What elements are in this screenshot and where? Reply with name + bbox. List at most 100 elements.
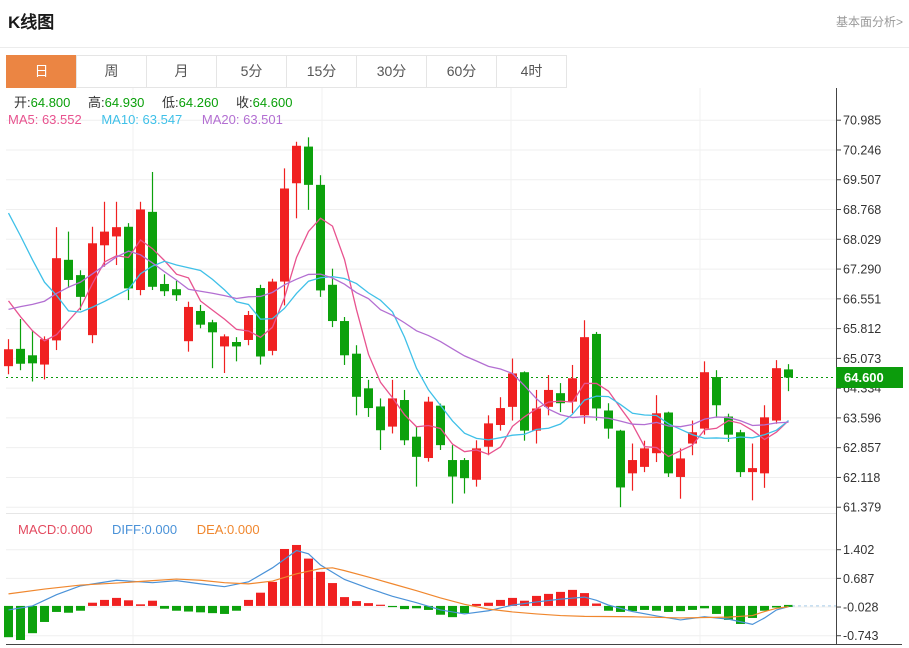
candle-body <box>172 289 181 296</box>
macd-bar <box>676 605 685 612</box>
ma-info-row: MA5: 63.552 MA10: 63.547 MA20: 63.501 <box>8 112 299 127</box>
macd-bar <box>460 605 469 614</box>
open-value: 64.800 <box>30 95 71 110</box>
y-axis-label: 62.857 <box>843 441 881 455</box>
ohlc-info-row: 开:64.800 高:64.930 低:64.260 收:64.600 <box>14 92 306 111</box>
macd-bar <box>364 603 373 606</box>
candle-body <box>232 341 241 347</box>
kline-page: K线图 基本面分析> 日周月 5分 15分 30分 60分 4时 70.985 70.246… <box>0 0 909 648</box>
y-axis-label: 70.246 <box>843 143 881 157</box>
macd-bar <box>664 605 673 612</box>
y-axis-label: -0.743 <box>843 629 878 643</box>
candle-body <box>100 231 109 246</box>
macd-bar <box>232 605 241 611</box>
y-axis-label: 62.118 <box>843 471 880 485</box>
candle-body <box>736 432 745 473</box>
candle-body <box>244 315 253 340</box>
candle-body <box>184 306 193 342</box>
candle-body <box>28 355 37 364</box>
candle-body <box>640 448 649 467</box>
candle-body <box>508 373 517 407</box>
candle-body <box>460 460 469 479</box>
low-value: 64.260 <box>178 95 219 110</box>
macd-bar <box>136 604 145 606</box>
y-axis-label: 68.768 <box>843 203 881 217</box>
macd-bar <box>112 597 121 606</box>
candle-body <box>292 145 301 184</box>
candle-body <box>676 458 685 477</box>
candle-body <box>280 188 289 282</box>
macd-bar <box>328 583 337 606</box>
macd-bar <box>700 605 709 609</box>
macd-bar <box>316 571 325 606</box>
candle-body <box>340 321 349 356</box>
candle-body <box>424 401 433 459</box>
candle-body <box>64 259 73 280</box>
close-label: 收: <box>236 95 253 110</box>
macd-bar <box>496 599 505 606</box>
candle-body <box>520 372 529 431</box>
macd-bar <box>160 605 169 609</box>
macd-bar <box>532 595 541 606</box>
y-axis-label: 1.402 <box>843 543 874 557</box>
candle-body <box>328 284 337 322</box>
candle-body <box>304 146 313 185</box>
macd-bar <box>640 605 649 610</box>
candle-body <box>40 339 49 365</box>
macd-bar <box>712 605 721 614</box>
macd-bar <box>652 605 661 611</box>
candle-body <box>724 416 733 435</box>
candle-body <box>376 406 385 431</box>
low-label: 低: <box>162 95 179 110</box>
macd-bar <box>580 593 589 606</box>
macd-bar <box>148 600 157 606</box>
macd-bar <box>352 601 361 606</box>
ma5-value: MA5: 63.552 <box>8 112 82 127</box>
candles-layer <box>4 137 793 508</box>
macd-bar <box>688 605 697 610</box>
candle-body <box>448 460 457 477</box>
diff-value: DIFF:0.000 <box>112 522 178 537</box>
macd-bar <box>100 599 109 606</box>
macd-bar <box>172 605 181 611</box>
macd-bar <box>88 602 97 606</box>
macd-bar <box>40 605 49 622</box>
candle-body <box>484 423 493 447</box>
macd-bar <box>400 605 409 610</box>
macd-bar <box>256 592 265 606</box>
y-axis-label: 67.290 <box>843 263 881 277</box>
macd-bar <box>196 605 205 613</box>
current-price-badge: 64.600 <box>836 367 903 388</box>
open-label: 开: <box>14 95 31 110</box>
macd-histogram <box>4 544 793 641</box>
macd-bar <box>76 605 85 611</box>
macd-bar <box>184 605 193 612</box>
macd-bar <box>376 604 385 606</box>
macd-bar <box>292 544 301 606</box>
diff-line <box>8 549 789 625</box>
candle-body <box>712 377 721 406</box>
y-axis-label: 63.596 <box>843 411 881 425</box>
candle-body <box>772 368 781 421</box>
macd-bar <box>412 605 421 609</box>
candle-body <box>616 430 625 488</box>
y-axis-label: 65.812 <box>843 322 881 336</box>
candle-body <box>112 227 121 237</box>
ma20-value: MA20: 63.501 <box>201 112 283 127</box>
candle-body <box>196 310 205 325</box>
macd-bar <box>64 605 73 613</box>
candle-body <box>628 460 637 474</box>
close-value: 64.600 <box>252 95 293 110</box>
candle-body <box>532 408 541 431</box>
y-axis-label: 68.029 <box>843 233 881 247</box>
candle-body <box>496 408 505 425</box>
candle-body <box>412 436 421 457</box>
macd-bar <box>124 600 133 606</box>
candle-body <box>436 405 445 446</box>
macd-bar <box>724 605 733 620</box>
macd-bar <box>604 605 613 611</box>
candle-body <box>760 417 769 474</box>
candle-body <box>256 288 265 357</box>
y-axis-label: 69.507 <box>843 173 881 187</box>
macd-value: MACD:0.000 <box>18 522 93 537</box>
